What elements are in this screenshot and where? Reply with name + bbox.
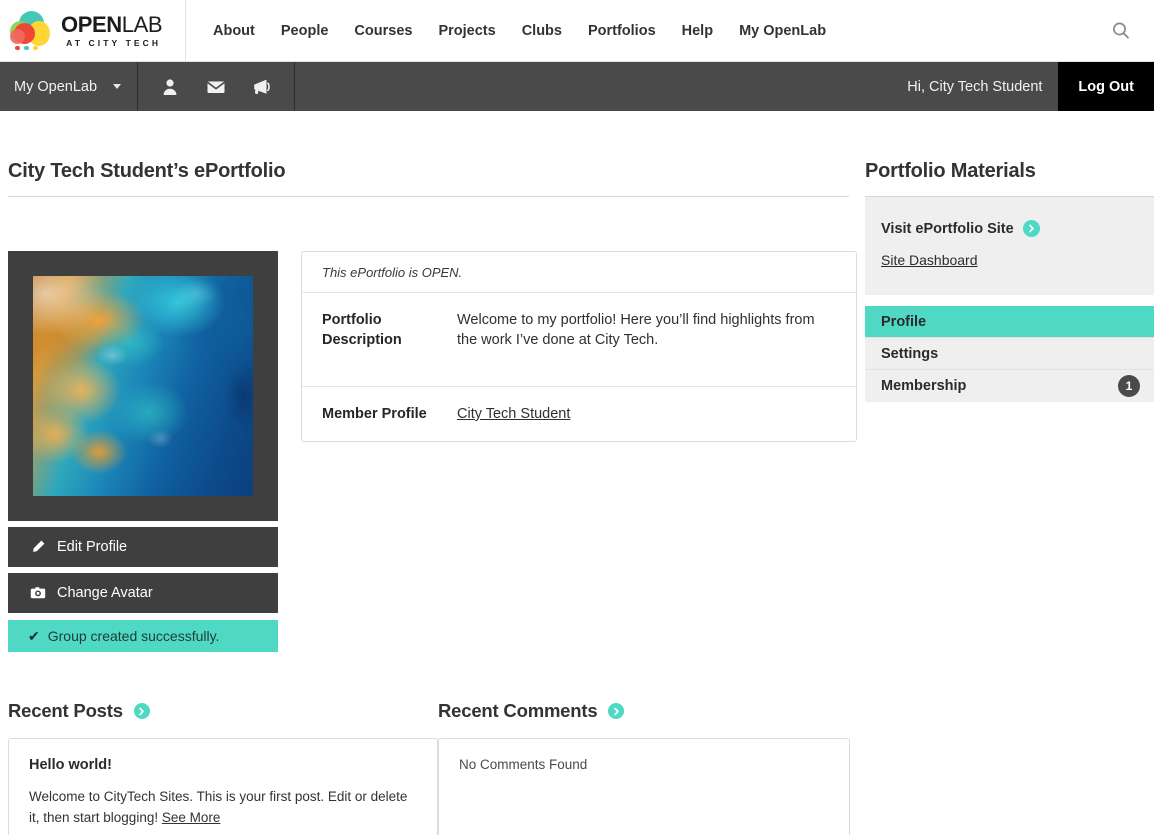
sidebar-item-profile[interactable]: Profile: [865, 306, 1154, 338]
portfolio-info-table: This ePortfolio is OPEN. Portfolio Descr…: [301, 251, 857, 442]
profile-section: Edit Profile Change Avatar ✔ Group creat…: [8, 251, 857, 652]
edit-profile-label: Edit Profile: [57, 539, 128, 555]
pencil-icon: [30, 539, 46, 555]
main-column: City Tech Student’s ePortfolio Edit Prof…: [8, 111, 857, 835]
camera-icon: [30, 585, 46, 601]
change-avatar-label: Change Avatar: [57, 585, 153, 601]
nav-item-courses[interactable]: Courses: [341, 23, 425, 39]
logout-button[interactable]: Log Out: [1058, 62, 1154, 111]
recent-comments-title: Recent Comments: [438, 700, 598, 721]
chevron-down-icon: [113, 84, 122, 89]
admin-bar: My OpenLab Hi, City Tech Student Log Out: [0, 62, 1154, 111]
nav-item-people[interactable]: People: [268, 23, 342, 39]
admin-my-openlab-label: My OpenLab: [14, 78, 98, 95]
page-title: City Tech Student’s ePortfolio: [8, 160, 286, 182]
row-value-member-profile: City Tech Student: [457, 387, 590, 441]
admin-icon-group: [138, 62, 296, 111]
nav-item-help[interactable]: Help: [669, 23, 726, 39]
sidebar-title: Portfolio Materials: [865, 160, 1036, 182]
portfolio-materials-card: Visit ePortfolio Site Site Dashboard: [865, 197, 1154, 295]
sidebar-item-label: Profile: [881, 313, 927, 330]
logo-word-lab: LAB: [121, 11, 163, 37]
no-comments-message: No Comments Found: [459, 757, 588, 772]
table-row: Portfolio Description Welcome to my port…: [302, 293, 856, 387]
user-icon[interactable]: [160, 77, 180, 97]
sidebar: Portfolio Materials Visit ePortfolio Sit…: [865, 111, 1154, 835]
post-title: Hello world!: [29, 757, 112, 773]
member-profile-link[interactable]: City Tech Student: [457, 406, 570, 422]
recent-comments-heading: Recent Comments: [438, 700, 850, 722]
sidebar-item-membership[interactable]: Membership 1: [865, 370, 1154, 402]
megaphone-icon[interactable]: [252, 77, 272, 97]
post-excerpt: Welcome to CityTech Sites. This is your …: [29, 786, 417, 828]
table-row: Member Profile City Tech Student: [302, 387, 856, 441]
check-icon: ✔: [28, 628, 40, 644]
portfolio-visibility-status: This ePortfolio is OPEN.: [302, 252, 856, 293]
arrow-right-circle-icon[interactable]: [133, 703, 150, 719]
status-notice-text: Group created successfully.: [47, 628, 220, 644]
recent-posts-section: Recent Posts Hello world! Welcome to Cit…: [8, 700, 438, 835]
site-logo[interactable]: OPENLAB AT CITY TECH: [0, 0, 186, 62]
visit-eportfolio-site-link[interactable]: Visit ePortfolio Site: [881, 220, 1154, 237]
visit-eportfolio-site-label: Visit ePortfolio Site: [881, 220, 1014, 237]
recent-comments-section: Recent Comments No Comments Found: [438, 700, 850, 835]
logo-tagline: AT CITY TECH: [66, 37, 162, 48]
sidebar-item-label: Membership: [881, 378, 967, 394]
site-dashboard-link[interactable]: Site Dashboard: [881, 252, 978, 268]
row-value-portfolio-description: Welcome to my portfolio! Here you’ll fin…: [457, 312, 815, 348]
edit-profile-button[interactable]: Edit Profile: [8, 527, 278, 567]
mail-icon[interactable]: [206, 77, 226, 97]
admin-my-openlab-dropdown[interactable]: My OpenLab: [0, 62, 139, 111]
recent-posts-title: Recent Posts: [8, 700, 123, 721]
sidebar-menu: Profile Settings Membership 1: [865, 306, 1154, 402]
membership-count-badge: 1: [1118, 375, 1140, 397]
page-columns: City Tech Student’s ePortfolio Edit Prof…: [8, 111, 1154, 835]
arrow-right-circle-icon[interactable]: [608, 703, 625, 719]
admin-greeting: Hi, City Tech Student: [907, 78, 1043, 95]
recent-comments-card: No Comments Found: [438, 738, 850, 835]
search-icon[interactable]: [1110, 20, 1132, 42]
status-notice: ✔ Group created successfully.: [8, 620, 278, 652]
sidebar-item-label: Settings: [881, 345, 939, 362]
nav-item-projects[interactable]: Projects: [425, 23, 508, 39]
nav-item-clubs[interactable]: Clubs: [509, 23, 575, 39]
nav-item-portfolios[interactable]: Portfolios: [575, 23, 669, 39]
logo-word-open: OPEN: [61, 11, 122, 37]
row-label-member-profile: Member Profile: [322, 406, 427, 422]
admin-bar-spacer: [295, 62, 891, 111]
title-divider: [8, 196, 849, 197]
avatar-frame: [8, 251, 278, 521]
arrow-right-circle-icon: [1022, 220, 1040, 237]
nav-item-about[interactable]: About: [200, 23, 268, 39]
avatar-panel: Edit Profile Change Avatar ✔ Group creat…: [8, 251, 278, 652]
bottom-sections: Recent Posts Hello world! Welcome to Cit…: [8, 700, 857, 835]
openlab-logo-icon: [8, 9, 52, 53]
see-more-link[interactable]: See More: [162, 810, 221, 825]
row-label-portfolio-description: Portfolio Description: [322, 312, 402, 348]
change-avatar-button[interactable]: Change Avatar: [8, 573, 278, 613]
recent-posts-heading: Recent Posts: [8, 700, 438, 722]
avatar: [33, 276, 253, 496]
page-body: City Tech Student’s ePortfolio Edit Prof…: [0, 111, 1154, 835]
site-header: OPENLAB AT CITY TECH About People Course…: [0, 0, 1154, 62]
nav-item-my-openlab[interactable]: My OpenLab: [726, 23, 839, 39]
main-navigation: About People Courses Projects Clubs Port…: [200, 23, 839, 39]
sidebar-item-settings[interactable]: Settings: [865, 338, 1154, 370]
logo-wordmark: OPENLAB AT CITY TECH: [61, 11, 163, 48]
recent-post-card: Hello world! Welcome to CityTech Sites. …: [8, 738, 438, 835]
